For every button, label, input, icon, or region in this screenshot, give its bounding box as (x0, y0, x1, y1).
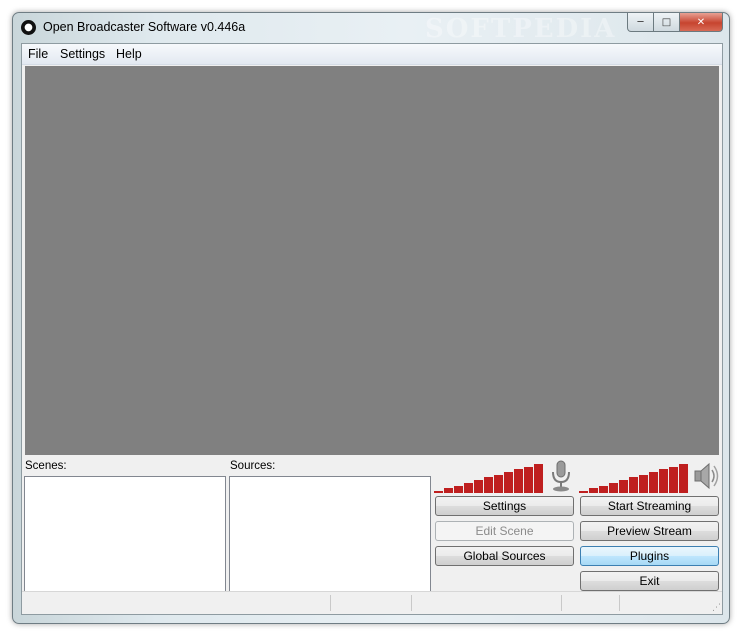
meter-bar (434, 491, 443, 493)
speaker-icon[interactable] (693, 459, 721, 493)
meter-bar (484, 477, 493, 493)
meter-bar (524, 467, 533, 493)
menu-settings[interactable]: Settings (60, 47, 105, 61)
meter-bar (464, 483, 473, 493)
exit-button[interactable]: Exit (580, 571, 719, 591)
meter-bar (659, 469, 668, 493)
edit-scene-button[interactable]: Edit Scene (435, 521, 574, 541)
main-window: ● Open Broadcaster Software v0.446a SOFT… (12, 12, 730, 624)
menu-bar: File Settings Help (22, 44, 722, 65)
meter-bar (454, 486, 463, 493)
global-sources-button[interactable]: Global Sources (435, 546, 574, 566)
meter-bar (649, 472, 658, 493)
meter-bar (669, 467, 678, 493)
client-area: File Settings Help Scenes: Sources: Sett… (21, 43, 723, 615)
status-divider (330, 595, 331, 611)
meter-bar (589, 488, 598, 493)
meter-bar (619, 480, 628, 493)
stream-preview (25, 66, 719, 455)
scenes-list[interactable] (24, 476, 226, 592)
softpedia-watermark: SOFTPEDIA (425, 14, 617, 44)
meter-bar (444, 488, 453, 493)
maximize-icon: □ (661, 16, 672, 28)
status-divider (411, 595, 412, 611)
plugins-button[interactable]: Plugins (580, 546, 719, 566)
maximize-button[interactable]: □ (654, 13, 680, 32)
settings-button[interactable]: Settings (435, 496, 574, 516)
meter-bar (579, 491, 588, 493)
title-bar[interactable]: ● Open Broadcaster Software v0.446a SOFT… (13, 13, 729, 44)
minimize-button[interactable]: ─ (627, 13, 654, 32)
meter-bar (629, 477, 638, 493)
resize-grip-icon[interactable]: ⋰ (712, 603, 721, 613)
sources-label: Sources: (230, 460, 276, 472)
status-divider (619, 595, 620, 611)
desktop-volume-meter[interactable] (579, 459, 691, 493)
menu-help[interactable]: Help (116, 47, 142, 61)
meter-bar (504, 472, 513, 493)
menu-file[interactable]: File (28, 47, 48, 61)
status-bar: ⋰ (22, 591, 722, 614)
preview-stream-button[interactable]: Preview Stream (580, 521, 719, 541)
meter-bar (679, 464, 688, 493)
start-streaming-button[interactable]: Start Streaming (580, 496, 719, 516)
meter-bar (514, 469, 523, 493)
window-title: Open Broadcaster Software v0.446a (43, 20, 246, 34)
status-divider (561, 595, 562, 611)
meter-bar (639, 475, 648, 493)
meter-bar (494, 475, 503, 493)
close-icon: ✕ (696, 16, 706, 28)
meter-bar (534, 464, 543, 493)
obs-logo-icon[interactable]: ● (21, 20, 36, 35)
mic-volume-meter[interactable] (434, 459, 546, 493)
meter-bar (599, 486, 608, 493)
meter-bar (609, 483, 618, 493)
microphone-icon[interactable] (548, 459, 574, 493)
close-button[interactable]: ✕ (680, 13, 723, 32)
caption-buttons: ─ □ ✕ (627, 13, 723, 32)
sources-list[interactable] (229, 476, 431, 592)
minimize-icon: ─ (637, 16, 644, 28)
meter-bar (474, 480, 483, 493)
scenes-label: Scenes: (25, 460, 67, 472)
